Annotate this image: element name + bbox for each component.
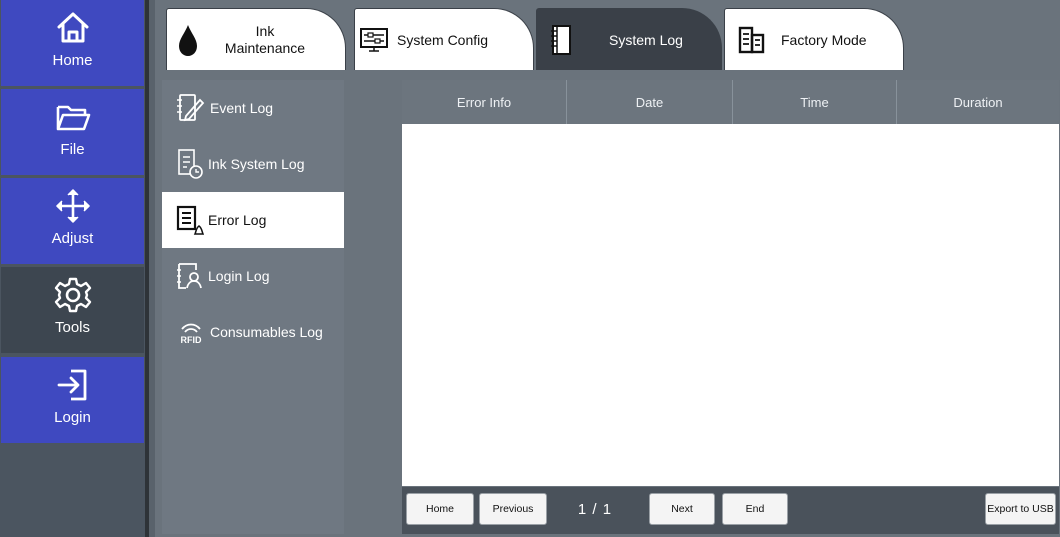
nav-label-tools: Tools bbox=[54, 319, 91, 336]
home-page-button[interactable]: Home bbox=[406, 493, 474, 525]
nav-label-file: File bbox=[60, 141, 85, 158]
tab-system-config[interactable]: System Config bbox=[354, 8, 534, 70]
sliders-icon bbox=[360, 27, 388, 52]
export-to-usb-button[interactable]: Export to USB bbox=[985, 493, 1056, 525]
submenu-event-log[interactable]: Event Log bbox=[162, 80, 344, 136]
tab-ink-maintenance[interactable]: Ink Maintenance bbox=[166, 8, 346, 70]
login-icon bbox=[57, 369, 86, 401]
column-header-error-info[interactable]: Error Info bbox=[402, 80, 567, 124]
event-log-icon bbox=[177, 94, 205, 122]
page-indicator: 1 / 1 bbox=[577, 500, 613, 518]
home-icon bbox=[57, 12, 88, 43]
submenu-ink-system-log-label: Ink System Log bbox=[208, 156, 305, 172]
table-header: Error Info Date Time Duration bbox=[402, 80, 1059, 124]
submenu-spacer bbox=[344, 80, 402, 534]
submenu-ink-system-log[interactable]: Ink System Log bbox=[162, 136, 344, 192]
tab-system-log-label: System Log bbox=[609, 31, 683, 48]
next-page-button[interactable]: Next bbox=[649, 493, 715, 525]
submenu-error-log[interactable]: Error Log bbox=[162, 192, 344, 248]
ink-system-log-icon bbox=[178, 149, 203, 179]
folder-icon bbox=[56, 105, 90, 131]
column-header-time[interactable]: Time bbox=[733, 80, 897, 124]
tab-system-log[interactable]: System Log bbox=[536, 8, 722, 70]
tab-system-config-label: System Config bbox=[397, 31, 489, 48]
submenu-consumables-log-label: Consumables Log bbox=[210, 324, 323, 340]
building-icon bbox=[738, 26, 765, 53]
nav-item-file[interactable]: File bbox=[1, 89, 144, 175]
nav-label-login: Login bbox=[54, 409, 91, 426]
column-header-date[interactable]: Date bbox=[567, 80, 733, 124]
notebook-icon bbox=[551, 24, 571, 55]
nav-item-adjust[interactable]: Adjust bbox=[1, 178, 144, 264]
login-log-icon bbox=[177, 263, 202, 289]
submenu-error-log-label: Error Log bbox=[208, 212, 267, 228]
error-log-table: Error Info Date Time Duration bbox=[402, 80, 1059, 486]
rfid-icon: RFID bbox=[181, 323, 202, 345]
nav-item-login[interactable]: Login bbox=[1, 357, 144, 443]
submenu-event-log-label: Event Log bbox=[210, 100, 274, 116]
submenu-login-log-label: Login Log bbox=[208, 268, 270, 284]
nav-item-home[interactable]: Home bbox=[1, 0, 144, 86]
tab-factory-mode[interactable]: Factory Mode bbox=[724, 8, 904, 70]
ink-drop-icon bbox=[179, 24, 197, 56]
tab-factory-mode-label: Factory Mode bbox=[781, 31, 867, 48]
main-nav: Home File Adjust Tools Login bbox=[0, 0, 149, 537]
tab-ink-line1: Ink bbox=[255, 22, 275, 39]
pagination-bar: Home Previous 1 / 1 Next End Export to U… bbox=[402, 487, 1059, 534]
nav-label-adjust: Adjust bbox=[51, 230, 94, 247]
log-submenu: Event Log Ink System Log Error Log Login… bbox=[162, 80, 344, 534]
submenu-login-log[interactable]: Login Log bbox=[162, 248, 344, 304]
rfid-text: RFID bbox=[181, 335, 202, 345]
end-page-button[interactable]: End bbox=[722, 493, 788, 525]
error-log-icon bbox=[176, 205, 204, 235]
previous-page-button[interactable]: Previous bbox=[479, 493, 547, 525]
gear-icon bbox=[54, 277, 91, 313]
tab-ink-line2: Maintenance bbox=[224, 39, 306, 56]
nav-item-tools[interactable]: Tools bbox=[1, 267, 144, 353]
table-body[interactable] bbox=[402, 124, 1059, 486]
nav-label-home: Home bbox=[52, 52, 93, 69]
move-arrows-icon bbox=[55, 188, 90, 224]
tab-bar: Ink Maintenance System Config System Log… bbox=[155, 0, 1060, 78]
column-header-duration[interactable]: Duration bbox=[897, 80, 1059, 124]
submenu-consumables-log[interactable]: RFID Consumables Log bbox=[162, 304, 344, 360]
